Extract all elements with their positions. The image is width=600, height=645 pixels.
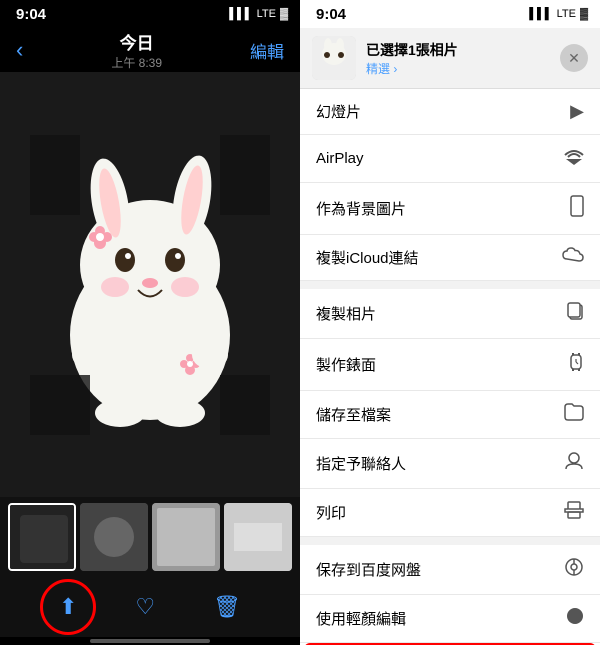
baidu-pan-icon xyxy=(564,557,584,582)
assign-contact-label: 指定予聯絡人 xyxy=(316,453,406,474)
status-icons-right: ▌▌▌ LTE ▓ xyxy=(529,8,588,20)
battery-icon-left: ▓ xyxy=(280,8,288,20)
save-file-icon xyxy=(564,403,584,426)
bunny-image xyxy=(30,135,270,435)
light-edit-icon xyxy=(566,607,584,630)
sheet-header: 已選擇1張相片 精選 › ✕ xyxy=(300,28,600,89)
photo-strip[interactable] xyxy=(0,497,300,577)
slideshow-label: 幻燈片 xyxy=(316,101,361,122)
sheet-subtitle: 精選 › xyxy=(366,60,550,77)
bottom-toolbar: ⬆ ♡ 🗑 xyxy=(0,577,300,637)
heart-button[interactable]: ♡ xyxy=(135,594,155,620)
left-panel: 9:04 ▌▌▌ LTE ▓ ‹ 今日 上午 8:39 編輯 xyxy=(0,0,300,645)
status-icons-left: ▌▌▌ LTE ▓ xyxy=(229,8,288,20)
thumbnail-3[interactable] xyxy=(152,503,220,571)
edit-button[interactable]: 編輯 xyxy=(250,38,284,63)
home-indicator-left xyxy=(0,637,300,645)
battery-icon-right: ▓ xyxy=(580,8,588,20)
wallpaper-label: 作為背景圖片 xyxy=(316,198,406,219)
baidu-pan-label: 保存到百度网盤 xyxy=(316,559,421,580)
menu-divider-1 xyxy=(300,281,600,289)
menu-item-slideshow[interactable]: 幻燈片 ▶ xyxy=(300,89,600,135)
assign-contact-icon xyxy=(564,451,584,476)
nav-title-group: 今日 上午 8:39 xyxy=(111,29,162,71)
status-bar-left: 9:04 ▌▌▌ LTE ▓ xyxy=(0,0,300,28)
print-icon xyxy=(564,501,584,524)
photo-main xyxy=(0,72,300,497)
signal-icon-right: ▌▌▌ xyxy=(529,8,552,20)
menu-item-icloud-link[interactable]: 複製iCloud連結 xyxy=(300,235,600,281)
time-left: 9:04 xyxy=(16,6,46,23)
share-button[interactable]: ⬆ xyxy=(59,594,77,619)
menu-item-save-file[interactable]: 儲存至檔案 xyxy=(300,391,600,439)
airplay-icon xyxy=(564,147,584,170)
sheet-thumbnail xyxy=(312,36,356,80)
airplay-label: AirPlay xyxy=(316,150,364,167)
watch-face-icon xyxy=(568,351,584,378)
menu-item-print[interactable]: 列印 xyxy=(300,489,600,537)
menu-item-light-edit[interactable]: 使用輕顏編輯 xyxy=(300,595,600,643)
sheet-header-text: 已選擇1張相片 精選 › xyxy=(366,40,550,77)
menu-item-wallpaper[interactable]: 作為背景圖片 xyxy=(300,183,600,235)
menu-divider-2 xyxy=(300,537,600,545)
menu-item-watch-face[interactable]: 製作錶面 xyxy=(300,339,600,391)
menu-item-assign-contact[interactable]: 指定予聯絡人 xyxy=(300,439,600,489)
icloud-link-label: 複製iCloud連結 xyxy=(316,247,419,268)
right-panel: 9:04 ▌▌▌ LTE ▓ 已選擇1張相片 精選 › ✕ 幻燈片 xyxy=(300,0,600,645)
light-edit-label: 使用輕顏編輯 xyxy=(316,608,406,629)
home-bar-left xyxy=(90,639,210,643)
menu-list: 幻燈片 ▶ AirPlay 作為背景圖片 複製 xyxy=(300,89,600,645)
signal-icon-left: ▌▌▌ xyxy=(229,8,252,20)
menu-item-baidu-pan[interactable]: 保存到百度网盤 xyxy=(300,545,600,595)
menu-item-airplay[interactable]: AirPlay xyxy=(300,135,600,183)
share-button-wrapper: ⬆ xyxy=(59,594,77,620)
save-file-label: 儲存至檔案 xyxy=(316,404,391,425)
nav-bar-left: ‹ 今日 上午 8:39 編輯 xyxy=(0,28,300,72)
thumbnail-4[interactable] xyxy=(224,503,292,571)
menu-item-copy-photo[interactable]: 複製相片 xyxy=(300,289,600,339)
lte-icon-right: LTE xyxy=(557,8,576,20)
status-bar-right: 9:04 ▌▌▌ LTE ▓ xyxy=(300,0,600,28)
sheet-title: 已選擇1張相片 xyxy=(366,40,550,60)
nav-subtitle: 上午 8:39 xyxy=(111,54,162,71)
thumbnail-1[interactable] xyxy=(8,503,76,571)
watch-face-label: 製作錶面 xyxy=(316,354,376,375)
print-label: 列印 xyxy=(316,502,346,523)
copy-photo-label: 複製相片 xyxy=(316,303,376,324)
close-button[interactable]: ✕ xyxy=(560,44,588,72)
trash-button[interactable]: 🗑 xyxy=(213,594,241,620)
time-right: 9:04 xyxy=(316,6,346,23)
thumbnail-2[interactable] xyxy=(80,503,148,571)
lte-icon-left: LTE xyxy=(257,8,276,20)
copy-photo-icon xyxy=(566,301,584,326)
wallpaper-icon xyxy=(570,195,584,222)
nav-title: 今日 xyxy=(111,29,162,54)
icloud-icon xyxy=(562,247,584,268)
back-button[interactable]: ‹ xyxy=(16,37,23,63)
slideshow-icon: ▶ xyxy=(570,101,584,122)
